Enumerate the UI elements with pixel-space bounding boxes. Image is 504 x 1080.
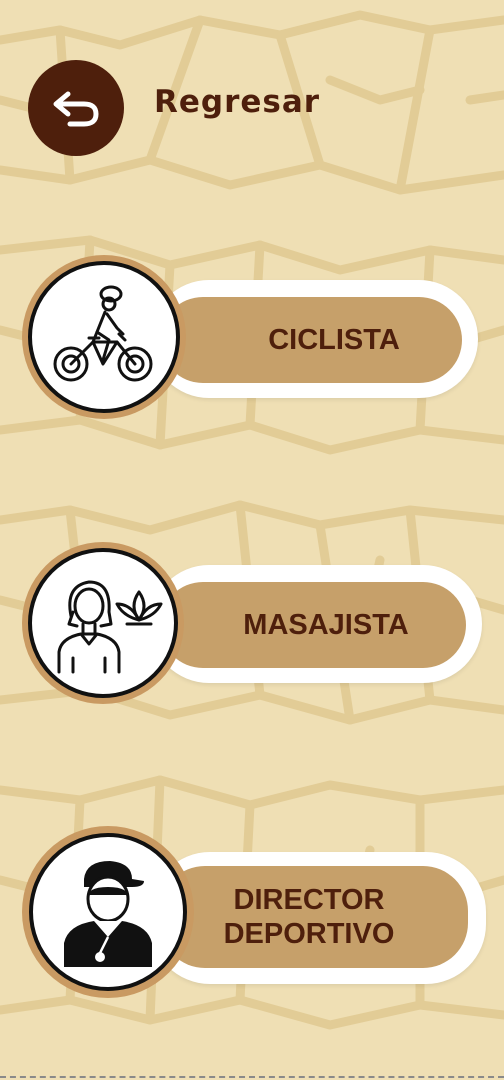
role-option-ciclista[interactable]: CICLISTA (0, 255, 504, 425)
sports-director-icon (64, 861, 152, 967)
role-label: CICLISTA (268, 324, 400, 356)
pill-button[interactable]: CICLISTA (160, 297, 462, 383)
role-option-masajista[interactable]: MASAJISTA (0, 540, 504, 710)
role-option-director-deportivo[interactable]: DIRECTOR DEPORTIVO (0, 826, 504, 1002)
icon-ring (22, 255, 186, 419)
back-label[interactable]: Regresar (154, 84, 320, 120)
pill-button[interactable]: MASAJISTA (160, 582, 466, 668)
icon-ring (22, 826, 194, 998)
icon-ring (22, 542, 184, 704)
cyclist-icon (53, 285, 153, 382)
bottom-divider (0, 1076, 504, 1078)
role-label-line2: DEPORTIVO (223, 918, 395, 950)
masseuse-icon (57, 580, 163, 674)
pill-button[interactable]: DIRECTOR DEPORTIVO (160, 866, 468, 968)
back-button[interactable] (28, 60, 124, 156)
role-label-line1: DIRECTOR (233, 884, 385, 916)
role-label: DIRECTOR DEPORTIVO (224, 883, 395, 951)
undo-arrow-icon (53, 91, 99, 127)
role-label: MASAJISTA (243, 609, 409, 641)
